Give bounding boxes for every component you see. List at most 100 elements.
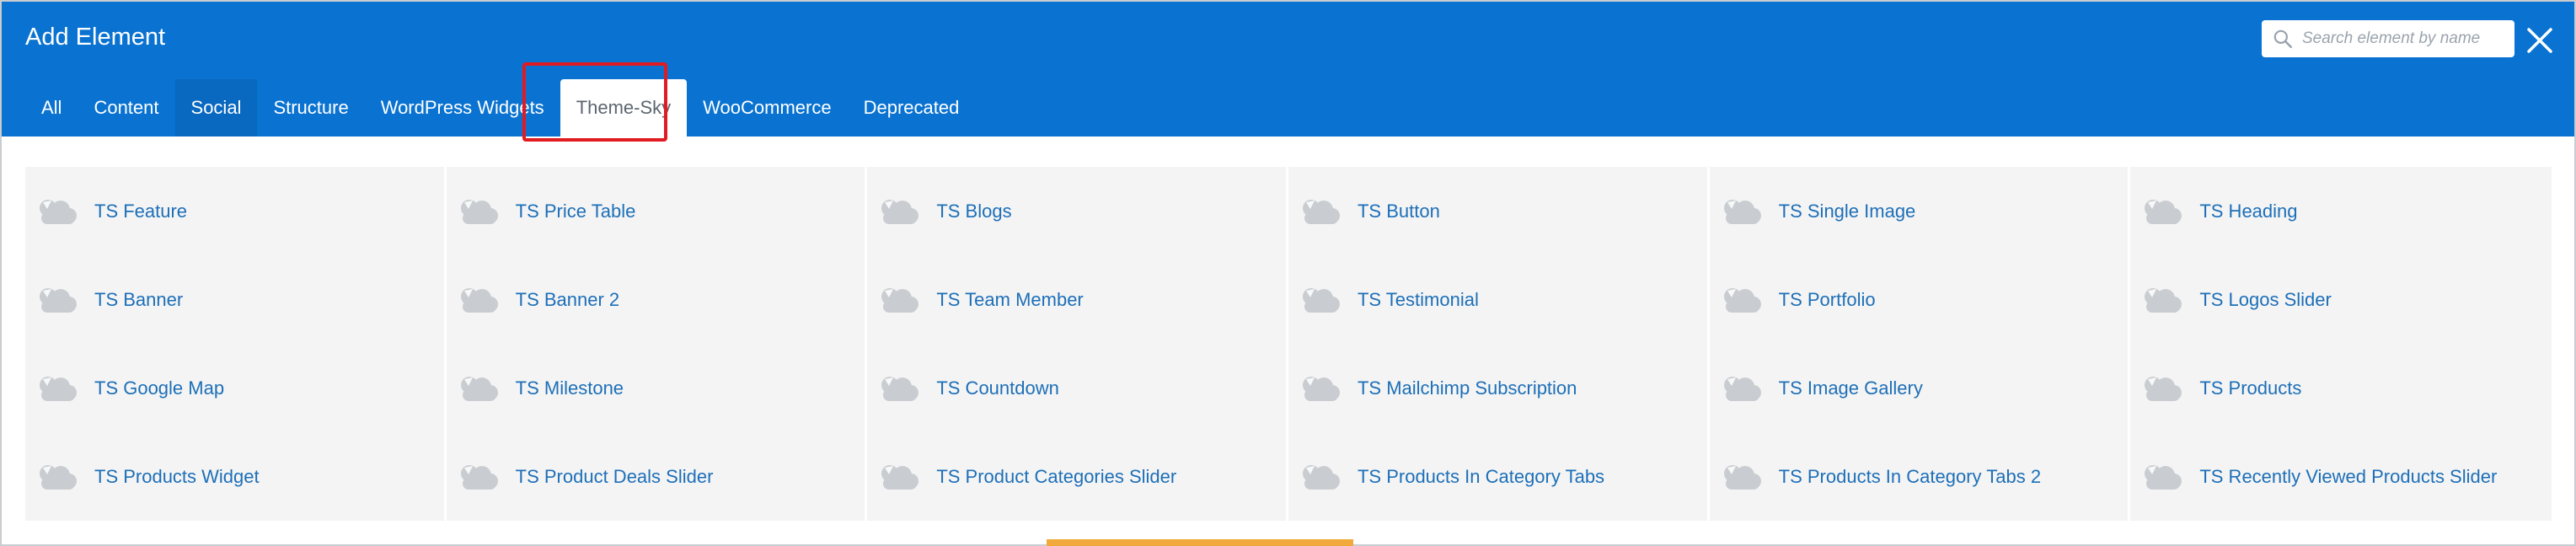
element-label: TS Price Table	[515, 200, 636, 222]
add-element-dialog: Add Element All Content Social Structure…	[0, 0, 2576, 546]
element-item[interactable]: TS Feature	[25, 167, 447, 255]
element-label: TS Single Image	[1778, 200, 1916, 222]
element-label: TS Banner 2	[515, 288, 620, 310]
element-label: TS Testimonial	[1357, 288, 1479, 310]
element-item[interactable]: TS Google Map	[25, 344, 447, 432]
element-label: TS Countdown	[936, 377, 1059, 399]
cloud-icon	[2145, 199, 2182, 224]
element-item[interactable]: TS Logos Slider	[2130, 255, 2552, 344]
element-label: TS Product Deals Slider	[515, 465, 714, 487]
cloud-icon	[1302, 464, 1340, 490]
tab-theme-sky[interactable]: Theme-Sky	[560, 79, 688, 136]
cloud-icon	[460, 199, 498, 224]
cloud-icon	[460, 287, 498, 313]
cloud-icon	[1723, 199, 1761, 224]
element-label: TS Products In Category Tabs	[1357, 465, 1605, 487]
element-item[interactable]: TS Mailchimp Subscription	[1288, 344, 1710, 432]
tab-all[interactable]: All	[25, 79, 78, 136]
element-item[interactable]: TS Milestone	[446, 344, 868, 432]
tab-label: Deprecated	[863, 97, 960, 118]
element-item[interactable]: TS Single Image	[1709, 167, 2131, 255]
tab-structure[interactable]: Structure	[257, 79, 364, 136]
element-grid: TS Feature TS Price Table TS Blogs TS Bu…	[25, 167, 2552, 521]
cloud-icon	[1723, 464, 1761, 490]
tab-label: WooCommerce	[703, 97, 832, 118]
tab-label: Social	[190, 97, 242, 118]
element-label: TS Blogs	[936, 200, 1012, 222]
element-label: TS Milestone	[515, 377, 624, 399]
tab-wordpress-widgets[interactable]: WordPress Widgets	[365, 79, 560, 136]
tab-label: Content	[94, 97, 159, 118]
cloud-icon	[460, 464, 498, 490]
cloud-icon	[1302, 287, 1340, 313]
element-label: TS Button	[1357, 200, 1440, 222]
cloud-icon	[2145, 287, 2182, 313]
cloud-icon	[1723, 287, 1761, 313]
cloud-icon	[460, 376, 498, 401]
element-label: TS Products In Category Tabs 2	[1778, 465, 2042, 487]
tab-deprecated[interactable]: Deprecated	[848, 79, 976, 136]
tab-label: WordPress Widgets	[380, 97, 544, 118]
page-behind-accent	[1047, 539, 1353, 546]
element-item[interactable]: TS Testimonial	[1288, 255, 1710, 344]
dialog-header: Add Element All Content Social Structure…	[2, 2, 2574, 142]
element-label: TS Image Gallery	[1778, 377, 1923, 399]
cloud-icon	[2145, 464, 2182, 490]
element-label: TS Products Widget	[94, 465, 260, 487]
element-item[interactable]: TS Products Widget	[25, 432, 447, 521]
element-label: TS Recently Viewed Products Slider	[2199, 465, 2498, 487]
tab-label: Theme-Sky	[576, 97, 672, 118]
element-label: TS Team Member	[936, 288, 1084, 310]
element-item[interactable]: TS Price Table	[446, 167, 868, 255]
cloud-icon	[881, 287, 919, 313]
element-item[interactable]: TS Image Gallery	[1709, 344, 2131, 432]
element-item[interactable]: TS Countdown	[867, 344, 1288, 432]
element-item[interactable]: TS Blogs	[867, 167, 1288, 255]
close-button[interactable]	[2523, 24, 2557, 57]
tab-label: Structure	[273, 97, 349, 118]
element-item[interactable]: TS Recently Viewed Products Slider	[2130, 432, 2552, 521]
tab-social[interactable]: Social	[174, 79, 258, 136]
close-icon	[2527, 28, 2552, 53]
cloud-icon	[881, 464, 919, 490]
tab-woocommerce[interactable]: WooCommerce	[687, 79, 847, 136]
element-label: TS Heading	[2199, 200, 2298, 222]
search-box[interactable]	[2262, 20, 2514, 57]
element-label: TS Mailchimp Subscription	[1357, 377, 1577, 399]
element-item[interactable]: TS Product Deals Slider	[446, 432, 868, 521]
category-tabs: All Content Social Structure WordPress W…	[25, 79, 975, 136]
element-label: TS Products	[2199, 377, 2302, 399]
cloud-icon	[881, 199, 919, 224]
cloud-icon	[40, 199, 77, 224]
element-list-panel: TS Feature TS Price Table TS Blogs TS Bu…	[25, 167, 2552, 521]
element-item[interactable]: TS Portfolio	[1709, 255, 2131, 344]
element-label: TS Feature	[94, 200, 188, 222]
element-item[interactable]: TS Products In Category Tabs	[1288, 432, 1710, 521]
element-item[interactable]: TS Team Member	[867, 255, 1288, 344]
element-label: TS Google Map	[94, 377, 225, 399]
cloud-icon	[40, 287, 77, 313]
tab-content[interactable]: Content	[78, 79, 174, 136]
cloud-icon	[881, 376, 919, 401]
dialog-title: Add Element	[25, 24, 166, 51]
cloud-icon	[40, 464, 77, 490]
tab-label: All	[41, 97, 62, 118]
element-item[interactable]: TS Product Categories Slider	[867, 432, 1288, 521]
cloud-icon	[2145, 376, 2182, 401]
element-label: TS Logos Slider	[2199, 288, 2332, 310]
search-input[interactable]	[2302, 29, 2504, 48]
element-item[interactable]: TS Products In Category Tabs 2	[1709, 432, 2131, 521]
element-label: TS Product Categories Slider	[936, 465, 1177, 487]
element-item[interactable]: TS Heading	[2130, 167, 2552, 255]
element-label: TS Banner	[94, 288, 184, 310]
cloud-icon	[40, 376, 77, 401]
element-item[interactable]: TS Products	[2130, 344, 2552, 432]
cloud-icon	[1302, 376, 1340, 401]
element-item[interactable]: TS Banner	[25, 255, 447, 344]
element-item[interactable]: TS Banner 2	[446, 255, 868, 344]
cloud-icon	[1302, 199, 1340, 224]
element-item[interactable]: TS Button	[1288, 167, 1710, 255]
cloud-icon	[1723, 376, 1761, 401]
search-icon	[2273, 29, 2293, 49]
element-label: TS Portfolio	[1778, 288, 1876, 310]
